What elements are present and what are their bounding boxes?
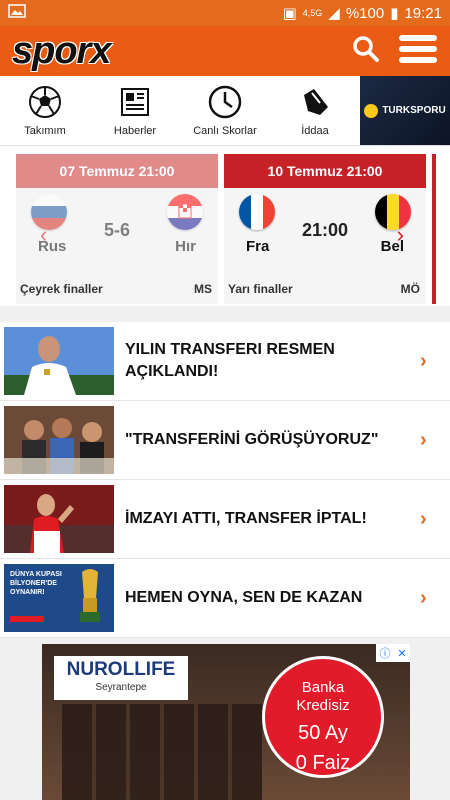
- match-date: 10 Temmuz 21:00: [224, 154, 426, 188]
- close-icon[interactable]: ✕: [397, 647, 406, 660]
- ad-brand: NUROLLIFE Seyrantepe: [54, 656, 188, 700]
- ad-choices[interactable]: ⓘ ✕: [376, 644, 410, 662]
- ad-line: 50 Ay: [298, 722, 348, 744]
- network-label: 4,5G: [302, 7, 323, 18]
- world-cup-trophy-icon: [80, 569, 100, 622]
- newspaper-icon: [121, 87, 149, 116]
- gallery-notification-icon: [8, 4, 26, 22]
- main-nav: Takımım Haberler Canlı Skorlar İddaa TUR…: [0, 76, 450, 146]
- news-thumbnail: DÜNYA KUPASI BİLYONER'DE OYNANIR!: [4, 564, 114, 632]
- chevron-right-icon: ›: [420, 586, 427, 609]
- match-stage: Yarı finaller: [228, 282, 293, 296]
- signal-icon: ◢: [328, 5, 340, 22]
- sporx-logo[interactable]: sporx: [12, 26, 111, 76]
- ad-brand-name: NUROLLIFE: [66, 659, 176, 680]
- chevron-right-icon: ›: [420, 349, 427, 372]
- nav-iddaa[interactable]: İddaa: [270, 76, 360, 145]
- match-time: 21:00: [301, 220, 349, 240]
- news-item[interactable]: "TRANSFERİNİ GÖRÜŞÜYORUZ" ›: [0, 401, 450, 480]
- app-header: sporx: [0, 26, 450, 76]
- news-item[interactable]: YILIN TRANSFERI RESMEN AÇIKLANDI! ›: [0, 322, 450, 401]
- ad-line: Kredisiz: [296, 697, 350, 714]
- chevron-right-icon: ›: [420, 507, 427, 530]
- match-card[interactable]: 10 Temmuz 21:00 › Fra Bel 21:00 Yarı fin…: [224, 154, 426, 304]
- news-item[interactable]: İMZAYI ATTI, TRANSFER İPTAL! ›: [0, 480, 450, 559]
- turkcell-logo-icon: [364, 103, 379, 118]
- chevron-right-icon: ›: [420, 428, 427, 451]
- match-status: MÖ: [400, 282, 420, 296]
- promo-line: BİLYONER'DE: [10, 580, 57, 587]
- clock: 19:21: [404, 4, 442, 22]
- ad-offer-badge: Banka Kredisiz 50 Ay 0 Faiz: [262, 656, 384, 778]
- ad-brand-sub: Seyrantepe: [95, 682, 147, 693]
- nav-label: Takımım: [24, 124, 66, 137]
- match-date: 07 Temmuz 21:00: [16, 154, 218, 188]
- football-icon: [29, 85, 61, 118]
- news-list: YILIN TRANSFERI RESMEN AÇIKLANDI! › "TRA…: [0, 322, 450, 638]
- news-item[interactable]: DÜNYA KUPASI BİLYONER'DE OYNANIR! HEMEN …: [0, 559, 450, 638]
- promo-button: [10, 616, 44, 622]
- battery-icon: ▮: [390, 5, 399, 22]
- match-card[interactable]: 07 Temmuz 21:00 ‹ Rus Hır 5-6 Çeyrek fin…: [16, 154, 218, 304]
- clock-icon: [208, 85, 242, 118]
- status-bar: ▣ 4,5G ◢ %100 ▮ 19:21: [0, 0, 450, 26]
- menu-icon[interactable]: [398, 33, 438, 70]
- match-status: MS: [194, 282, 212, 296]
- ad-banner[interactable]: NUROLLIFE Seyrantepe Banka Kredisiz 50 A…: [42, 644, 410, 800]
- news-title: YILIN TRANSFERI RESMEN AÇIKLANDI!: [125, 341, 335, 380]
- ad-line: 0 Faiz: [295, 752, 351, 774]
- nav-label: İddaa: [301, 124, 329, 137]
- news-thumbnail: [4, 485, 114, 553]
- nav-takimim[interactable]: Takımım: [0, 76, 90, 145]
- promo-line: DÜNYA KUPASI: [10, 571, 62, 578]
- next-card-edge: [432, 154, 436, 304]
- battery-percent: %100: [345, 4, 385, 22]
- promo-line: OYNANIR!: [10, 589, 45, 596]
- news-thumbnail: [4, 327, 114, 395]
- info-icon[interactable]: ⓘ: [379, 645, 390, 661]
- nav-canli-skorlar[interactable]: Canlı Skorlar: [180, 76, 270, 145]
- news-title: HEMEN OYNA, SEN DE KAZAN: [125, 589, 363, 606]
- nav-label: Haberler: [113, 124, 157, 137]
- banner-label: TURKSPORU: [382, 105, 446, 116]
- betting-hand-icon: [304, 88, 328, 115]
- ad-line: Banka: [301, 679, 345, 696]
- news-title: "TRANSFERİNİ GÖRÜŞÜYORUZ": [125, 431, 379, 448]
- sim-icon: ▣: [282, 5, 297, 22]
- news-title: İMZAYI ATTI, TRANSFER İPTAL!: [125, 510, 367, 527]
- search-icon[interactable]: [352, 35, 380, 68]
- ad-background-shelves: [62, 704, 262, 800]
- news-thumbnail: [4, 406, 114, 474]
- nav-label: Canlı Skorlar: [193, 124, 257, 137]
- nav-haberler[interactable]: Haberler: [90, 76, 180, 145]
- match-carousel[interactable]: 07 Temmuz 21:00 ‹ Rus Hır 5-6 Çeyrek fin…: [0, 146, 450, 306]
- match-stage: Çeyrek finaller: [20, 282, 103, 296]
- match-score: 5-6: [103, 220, 130, 240]
- turksporu-banner[interactable]: TURKSPORU: [360, 76, 450, 145]
